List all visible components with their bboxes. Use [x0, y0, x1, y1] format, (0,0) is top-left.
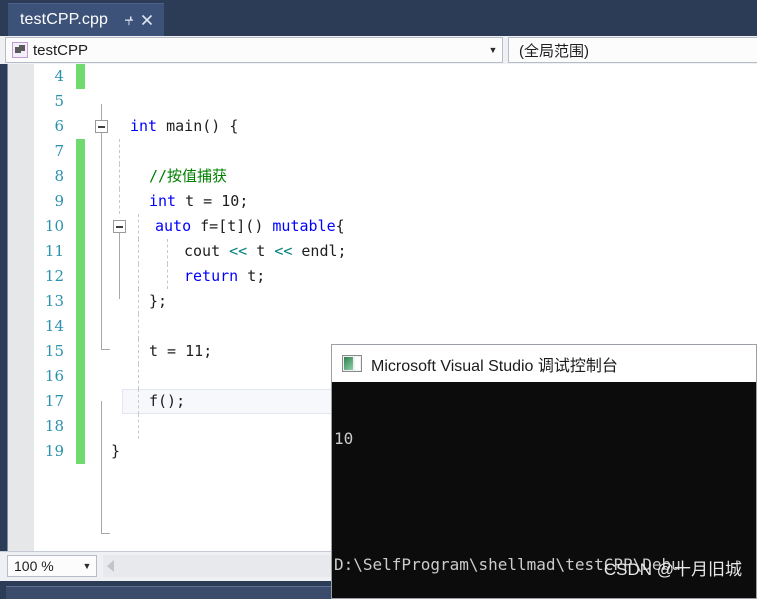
- line-number: 15: [44, 342, 64, 360]
- line-number: 16: [44, 367, 64, 385]
- console-output[interactable]: 10 D:\SelfProgram\shellmad\testCPP\Debu …: [332, 382, 756, 598]
- navigation-bar: testCPP ▼ (全局范围): [0, 36, 757, 64]
- change-bar: [76, 139, 85, 164]
- change-bar: [76, 264, 85, 289]
- line-number: 10: [44, 217, 64, 235]
- change-bar: [76, 389, 85, 414]
- pin-icon[interactable]: [120, 11, 138, 29]
- line-number: 13: [44, 292, 64, 310]
- console-output-line: 10: [334, 429, 354, 448]
- code-line[interactable]: 4: [34, 64, 757, 89]
- code-line[interactable]: 14: [34, 314, 757, 339]
- outline-collapse-icon-main[interactable]: [95, 120, 108, 133]
- visual-studio-window: testCPP.cpp testCPP ▼ (全局范围) 4 5 6 int m…: [0, 0, 757, 599]
- code-line[interactable]: 10 auto f=[t]() mutable{: [34, 214, 757, 239]
- code-line[interactable]: 5: [34, 89, 757, 114]
- code-line[interactable]: 7: [34, 139, 757, 164]
- scope-dropdown[interactable]: (全局范围): [508, 37, 757, 63]
- scope-dropdown-value: (全局范围): [519, 42, 589, 60]
- project-dropdown-value: testCPP: [33, 41, 89, 59]
- code-line-text: return t;: [184, 267, 266, 285]
- indent-guide: [138, 389, 139, 414]
- scroll-left-arrow-icon[interactable]: [107, 560, 114, 572]
- line-number: 9: [54, 192, 64, 210]
- debug-console-window[interactable]: Microsoft Visual Studio 调试控制台 10 D:\Self…: [331, 344, 757, 599]
- code-line[interactable]: 9 int t = 10;: [34, 189, 757, 214]
- chevron-down-icon[interactable]: ▼: [484, 45, 502, 55]
- code-line-text: auto f=[t]() mutable{: [155, 217, 345, 235]
- change-bar: [76, 114, 85, 139]
- indent-guide: [138, 214, 139, 239]
- change-bar: [76, 239, 85, 264]
- code-line-text: cout << t << endl;: [184, 242, 347, 260]
- indent-guide: [138, 414, 139, 439]
- line-number: 19: [44, 442, 64, 460]
- code-line-text: int t = 10;: [149, 192, 249, 210]
- change-bar: [76, 89, 85, 114]
- project-dropdown[interactable]: testCPP ▼: [5, 37, 503, 63]
- change-bar: [76, 189, 85, 214]
- code-line-text: }: [111, 442, 121, 460]
- indent-guide: [138, 289, 139, 314]
- indent-guide: [119, 164, 120, 189]
- indent-guide: [167, 239, 168, 264]
- code-line-text: //按值捕获: [149, 167, 228, 185]
- indent-guide: [119, 139, 120, 164]
- console-title-text: Microsoft Visual Studio 调试控制台: [371, 357, 618, 375]
- csdn-watermark: CSDN @十月旧城: [603, 560, 742, 579]
- console-title-bar[interactable]: Microsoft Visual Studio 调试控制台: [332, 345, 756, 382]
- indent-guide: [167, 264, 168, 289]
- editor-tab-testcpp-cpp[interactable]: testCPP.cpp: [8, 3, 164, 36]
- code-line-text: };: [149, 292, 168, 310]
- code-line-text: f();: [149, 392, 186, 410]
- line-number: 14: [44, 317, 64, 335]
- line-number: 17: [44, 392, 64, 410]
- indent-guide: [138, 239, 139, 264]
- line-number: 18: [44, 417, 64, 435]
- close-icon[interactable]: [138, 11, 156, 29]
- change-bar: [76, 64, 85, 89]
- code-line[interactable]: 12 return t;: [34, 264, 757, 289]
- code-line-text: int main() {: [130, 117, 239, 135]
- indent-guide: [138, 364, 139, 389]
- zoom-level-dropdown[interactable]: 100 % ▼: [7, 555, 97, 577]
- line-number: 7: [54, 142, 64, 160]
- code-line[interactable]: 13 };: [34, 289, 757, 314]
- change-bar: [76, 214, 85, 239]
- change-bar: [76, 289, 85, 314]
- indent-guide: [119, 189, 120, 214]
- code-line[interactable]: 11 cout << t << endl;: [34, 239, 757, 264]
- indent-guide: [138, 339, 139, 364]
- change-bar: [76, 414, 85, 439]
- change-bar: [76, 439, 85, 464]
- change-bar: [76, 364, 85, 389]
- change-bar: [76, 339, 85, 364]
- line-number: 12: [44, 267, 64, 285]
- change-bar: [76, 314, 85, 339]
- code-line-text: t = 11;: [149, 342, 213, 360]
- line-number: 6: [54, 117, 64, 135]
- line-number: 4: [54, 67, 64, 85]
- change-bar: [76, 164, 85, 189]
- chevron-down-icon[interactable]: ▼: [78, 561, 96, 571]
- code-line[interactable]: 8 //按值捕获: [34, 164, 757, 189]
- line-number: 11: [44, 242, 64, 260]
- editor-tab-label: testCPP.cpp: [20, 11, 108, 28]
- line-number: 8: [54, 167, 64, 185]
- outline-collapse-icon-lambda[interactable]: [113, 220, 126, 233]
- zoom-level-value: 100 %: [14, 558, 54, 574]
- project-icon: [12, 42, 28, 58]
- editor-tab-strip: testCPP.cpp: [0, 0, 757, 36]
- editor-left-edge: [0, 64, 8, 551]
- line-number: 5: [54, 92, 64, 110]
- code-line[interactable]: 6 int main() {: [34, 114, 757, 139]
- console-window-icon: [342, 355, 362, 372]
- indent-guide: [138, 264, 139, 289]
- indent-guide: [138, 314, 139, 339]
